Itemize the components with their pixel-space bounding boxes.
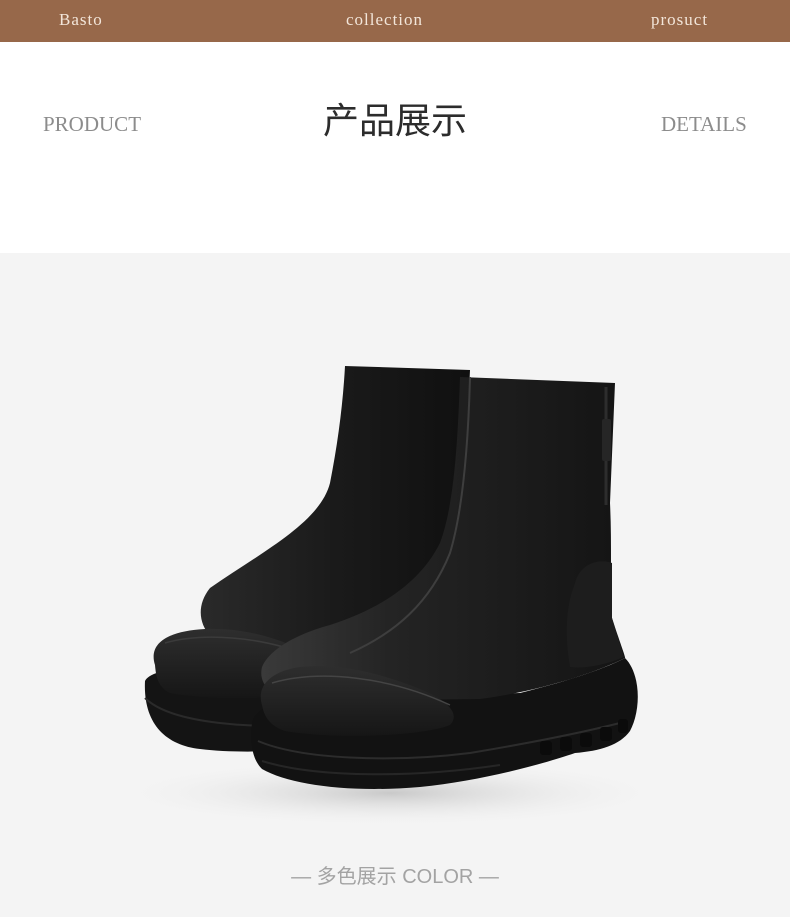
nav-item-product[interactable]: prosuct [651, 10, 708, 30]
boots-product-image [110, 366, 670, 827]
section-heading-band [0, 42, 790, 253]
product-display-area [0, 253, 790, 917]
top-nav-bar: Basto collection prosuct [0, 0, 790, 42]
color-section-label: — 多色展示 COLOR — [291, 866, 499, 888]
nav-item-basto[interactable]: Basto [59, 10, 103, 30]
zipper-pull [602, 419, 611, 461]
nav-item-collection[interactable]: collection [346, 10, 423, 30]
heading-right-word: DETAILS [661, 112, 747, 136]
